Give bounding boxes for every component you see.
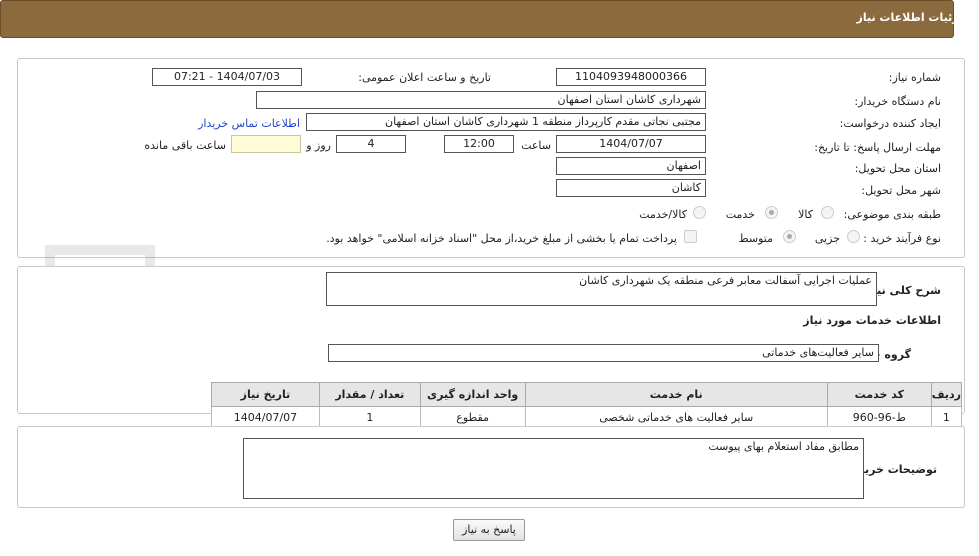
buyer-org-label: نام دستگاه خریدار:	[854, 95, 941, 108]
process-label: نوع فرآیند خرید :	[863, 232, 941, 245]
service-group-field: سایر فعالیت‌های خدماتی	[328, 344, 879, 362]
reply-button[interactable]: پاسخ به نیاز	[453, 519, 525, 541]
province-field: اصفهان	[556, 157, 706, 175]
category-both-label: کالا/خدمت	[639, 208, 687, 221]
treasury-payment-note: پرداخت تمام یا بخشی از مبلغ خرید،از محل …	[326, 232, 677, 245]
category-both-radio[interactable]	[693, 206, 706, 219]
services-table: ردیف کد خدمت نام خدمت واحد اندازه گیری ت…	[211, 382, 963, 429]
process-minor-label: جزیی	[814, 232, 840, 245]
remaining-time-field	[231, 135, 301, 153]
process-medium-label: متوسط	[738, 232, 773, 245]
treasury-payment-checkbox[interactable]	[684, 230, 697, 243]
col-need-date: تاریخ نیاز	[211, 382, 320, 407]
summary-field: عملیات اجرایی آسفالت معابر فرعی منطقه یک…	[326, 272, 877, 306]
need-number-label: شماره نیاز:	[888, 71, 941, 84]
announce-field: 1404/07/03 - 07:21	[152, 68, 302, 86]
process-medium-radio[interactable]	[783, 230, 796, 243]
services-heading: اطلاعات خدمات مورد نیاز	[803, 314, 941, 327]
col-quantity: تعداد / مقدار	[318, 382, 421, 407]
category-goods-radio[interactable]	[821, 206, 834, 219]
deadline-date-field: 1404/07/07	[556, 135, 706, 153]
city-field: کاشان	[556, 179, 706, 197]
table-header-row: ردیف کد خدمت نام خدمت واحد اندازه گیری ت…	[211, 382, 963, 407]
deadline-label: مهلت ارسال پاسخ: تا تاریخ:	[814, 141, 941, 154]
category-service-radio[interactable]	[765, 206, 778, 219]
details-panel	[17, 58, 965, 258]
col-row: ردیف	[930, 382, 963, 407]
col-unit: واحد اندازه گیری	[419, 382, 526, 407]
category-label: طبقه بندی موضوعی:	[843, 208, 941, 221]
page-header: جزئیات اطلاعات نیاز	[0, 0, 967, 38]
time-label: ساعت	[521, 139, 551, 152]
page-title: جزئیات اطلاعات نیاز	[856, 11, 968, 24]
deadline-time-field: 12:00	[444, 135, 514, 153]
buyer-org-field: شهرداری کاشان استان اصفهان	[256, 91, 706, 109]
days-label: روز و	[306, 139, 331, 152]
days-field: 4	[336, 135, 406, 153]
buyer-notes-field: مطابق مفاد استعلام بهای پیوست	[243, 438, 864, 499]
creator-label: ایجاد کننده درخواست:	[839, 117, 941, 130]
city-label: شهر محل تحویل:	[861, 184, 941, 197]
category-goods-label: کالا	[798, 208, 813, 221]
contact-buyer-link[interactable]: اطلاعات تماس خریدار	[198, 117, 300, 130]
col-service-name: نام خدمت	[524, 382, 828, 407]
creator-field: مجتبی نجاتی مقدم کارپرداز منطقه 1 شهردار…	[306, 113, 706, 131]
remaining-label: ساعت باقی مانده	[144, 139, 226, 152]
province-label: استان محل تحویل:	[854, 162, 941, 175]
process-minor-radio[interactable]	[847, 230, 860, 243]
category-service-label: خدمت	[725, 208, 755, 221]
announce-label: تاریخ و ساعت اعلان عمومی:	[358, 71, 491, 84]
need-number-field: 1104093948000366	[556, 68, 706, 86]
col-service-code: کد خدمت	[826, 382, 932, 407]
